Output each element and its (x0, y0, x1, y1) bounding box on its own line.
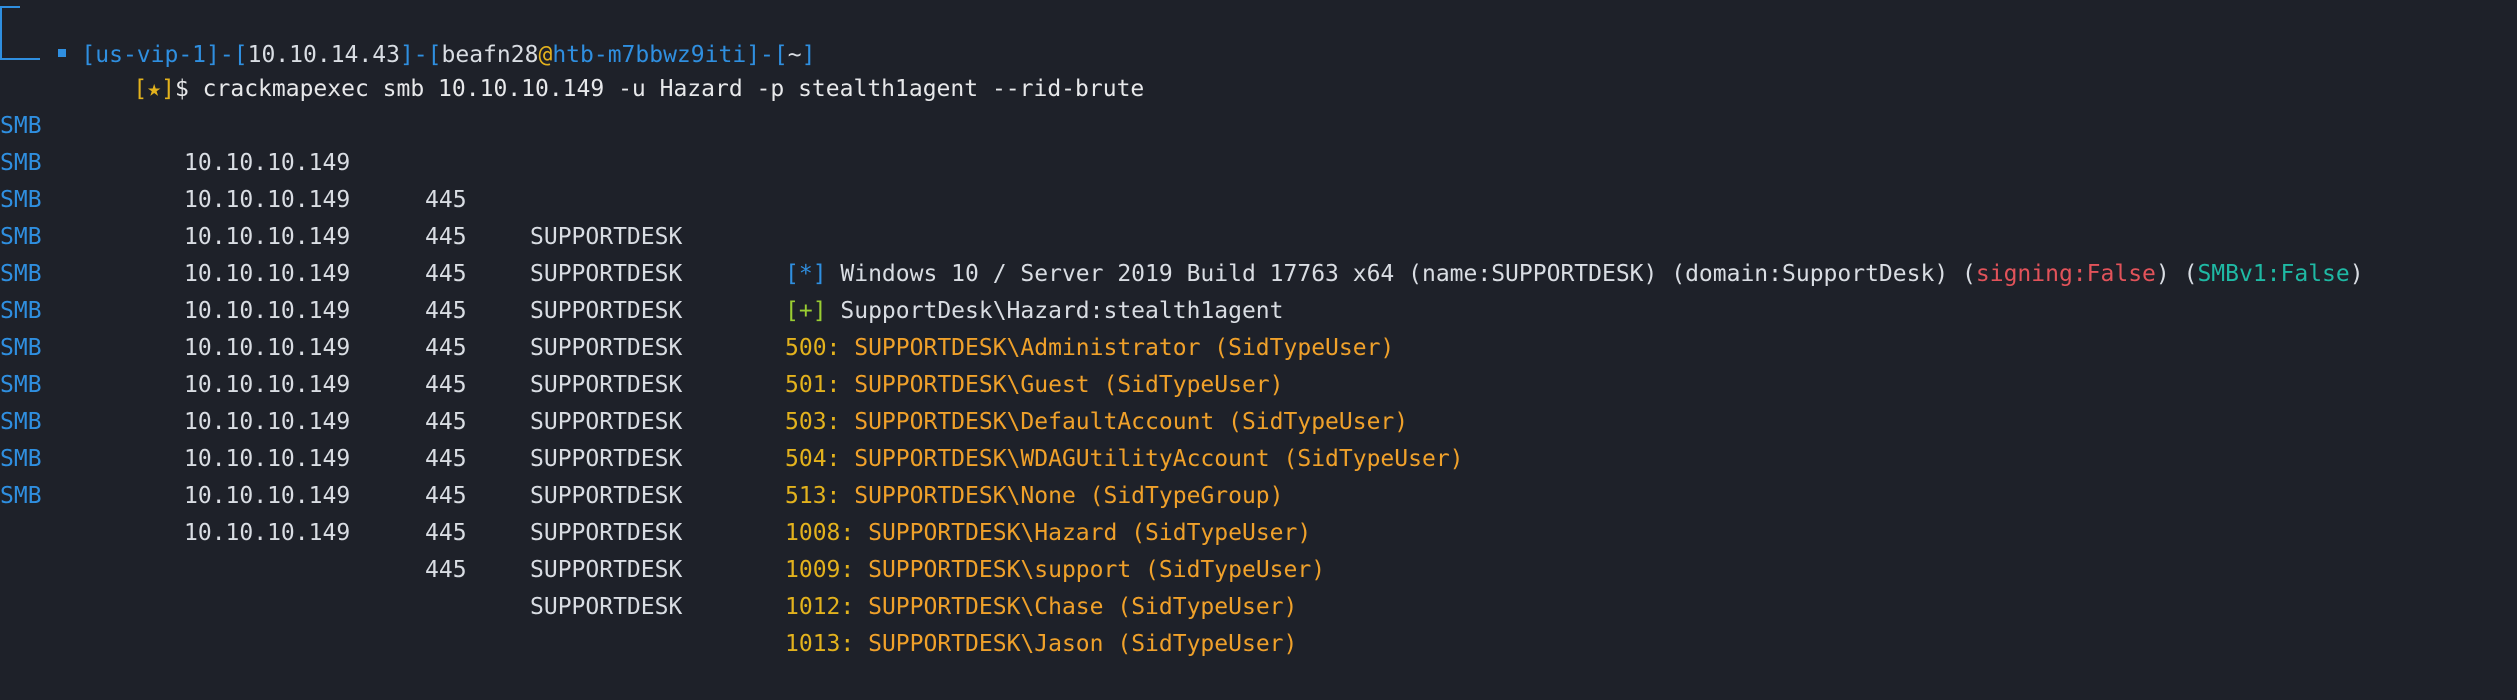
target-port: 445 (425, 557, 467, 583)
rid-row: SMB 10.10.10.149 445 SUPPORTDESK 1012: S… (0, 404, 2517, 620)
target-port: 445 (425, 483, 467, 509)
target-hostname: SUPPORTDESK (530, 594, 683, 620)
rid-row: SMB 10.10.10.149 445 SUPPORTDESK 1009: S… (0, 367, 2517, 583)
rid-number: 1013: (785, 631, 855, 657)
target-port: 445 (425, 520, 467, 546)
rid-account: SUPPORTDESK\Hazard (SidTypeUser) (854, 520, 1312, 546)
target-hostname: SUPPORTDESK (530, 557, 683, 583)
rid-number: 1012: (785, 594, 855, 620)
target-hostname: SUPPORTDESK (530, 483, 683, 509)
protocol-label: SMB (0, 483, 42, 509)
rid-number: 1009: (785, 557, 855, 583)
target-ip: 10.10.10.149 (184, 483, 351, 509)
rid-number: 1008: (785, 520, 855, 546)
rid-account: SUPPORTDESK\None (SidTypeGroup) (840, 483, 1284, 509)
output-row: SMB 10.10.10.149 445 SUPPORTDESK [+] Sup… (0, 108, 2517, 324)
rid-account: SUPPORTDESK\Jason (SidTypeUser) (854, 631, 1298, 657)
rid-row: SMB 10.10.10.149 445 SUPPORTDESK 500: SU… (0, 145, 2517, 361)
rid-row: SMB 10.10.10.149 445 SUPPORTDESK 1008: S… (0, 330, 2517, 546)
rid-account: SUPPORTDESK\support (SidTypeUser) (854, 557, 1326, 583)
rid-row: SMB 10.10.10.149 445 SUPPORTDESK 503: SU… (0, 219, 2517, 435)
rid-account: SUPPORTDESK\Chase (SidTypeUser) (854, 594, 1298, 620)
target-ip: 10.10.10.149 (184, 520, 351, 546)
rid-row: SMB 10.10.10.149 445 SUPPORTDESK 1013: S… (0, 441, 2517, 657)
rid-entry: 513: SUPPORTDESK\None (SidTypeGroup) (785, 478, 1284, 515)
rid-row: SMB 10.10.10.149 445 SUPPORTDESK 501: SU… (0, 182, 2517, 398)
rid-number: 513: (785, 483, 841, 509)
target-hostname: SUPPORTDESK (530, 520, 683, 546)
command-line[interactable]: [★]$ crackmapexec smb 10.10.10.149 -u Ha… (78, 34, 1144, 102)
output-row: SMB 10.10.10.149 445 SUPPORTDESK [*] Win… (0, 71, 2517, 287)
rid-entry: 1009: SUPPORTDESK\support (SidTypeUser) (785, 552, 1325, 589)
rid-entry: 1008: SUPPORTDESK\Hazard (SidTypeUser) (785, 515, 1311, 552)
terminal-window[interactable]: [us-vip-1]-[10.10.14.43]-[beafn28@htb-m7… (0, 0, 2517, 657)
rid-entry: 1012: SUPPORTDESK\Chase (SidTypeUser) (785, 589, 1297, 626)
prompt-corner-decoration (0, 6, 40, 60)
rid-entry: 1013: SUPPORTDESK\Jason (SidTypeUser) (785, 626, 1297, 663)
rid-row: SMB 10.10.10.149 445 SUPPORTDESK 504: SU… (0, 256, 2517, 472)
rid-row: SMB 10.10.10.149 445 SUPPORTDESK 513: SU… (0, 293, 2517, 509)
prompt-line: [us-vip-1]-[10.10.14.43]-[beafn28@htb-m7… (26, 0, 815, 68)
